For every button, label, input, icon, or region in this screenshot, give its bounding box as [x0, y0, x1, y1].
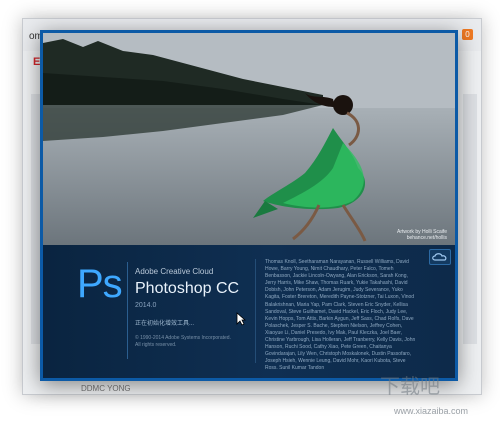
mouse-cursor-icon [236, 312, 246, 326]
watermark-logo: 下载吧 [380, 376, 440, 398]
creative-cloud-glyph [432, 253, 447, 261]
logo-divider [127, 262, 128, 359]
credits-divider [255, 259, 256, 363]
watermark-url: www.xiazaiba.com [394, 406, 469, 416]
product-name: Photoshop CC [135, 280, 240, 297]
photoshop-logo: Ps [77, 262, 123, 306]
product-family: Adobe Creative Cloud [135, 267, 214, 276]
loading-status: 正在初始化增效工具... [135, 321, 195, 327]
splash-info-banner: Ps Adobe Creative Cloud Photoshop CC 201… [43, 245, 455, 378]
splash-artwork-photo: Artwork by Holli Scaife behance.net/holl… [43, 33, 455, 245]
background-corner-icon[interactable]: 0 [462, 29, 473, 40]
artwork-illustration [43, 33, 455, 245]
copyright-notice: © 1990-2014 Adobe Systems Incorporated. … [135, 335, 231, 348]
team-credits: Thomas Knoll, Seetharaman Narayanan, Rus… [265, 259, 416, 369]
site-watermark: 下载吧 www.xiazaiba.com [374, 368, 496, 420]
creative-cloud-icon [429, 249, 451, 265]
background-right-panel [463, 94, 477, 344]
product-version: 2014.0 [135, 302, 157, 309]
photoshop-splash-screen: Artwork by Holli Scaife behance.net/holl… [40, 30, 458, 381]
background-bottom-text: DDMC YONG [81, 384, 131, 393]
artwork-credit: Artwork by Holli Scaife behance.net/holl… [396, 229, 447, 241]
